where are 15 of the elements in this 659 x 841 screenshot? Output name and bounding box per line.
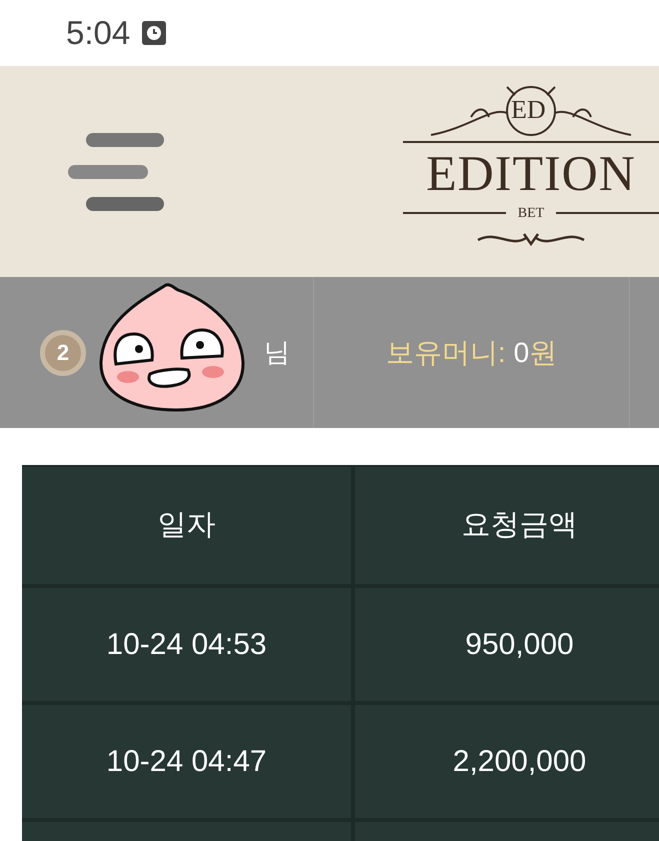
logo-monogram: ED xyxy=(511,96,546,122)
column-header: 요청금액 xyxy=(355,467,659,584)
level-badge: 2 xyxy=(40,330,86,376)
logo-name: EDITION xyxy=(426,144,636,202)
table-cell: 2,200,000 xyxy=(355,705,659,818)
money-label: 보유머니: xyxy=(386,336,506,370)
money-value: 0원 xyxy=(514,336,558,370)
table-cell: 950,000 xyxy=(355,588,659,701)
logo-sub: BET xyxy=(518,204,544,222)
username-suffix: 님 xyxy=(264,336,290,369)
status-time: 5:04 xyxy=(66,13,130,54)
table-cell: 10-24 04:53 xyxy=(22,588,355,701)
table-cell: 10-24 04:47 xyxy=(22,705,355,818)
column-header: 일자 xyxy=(22,467,355,584)
clock-icon xyxy=(142,20,166,46)
